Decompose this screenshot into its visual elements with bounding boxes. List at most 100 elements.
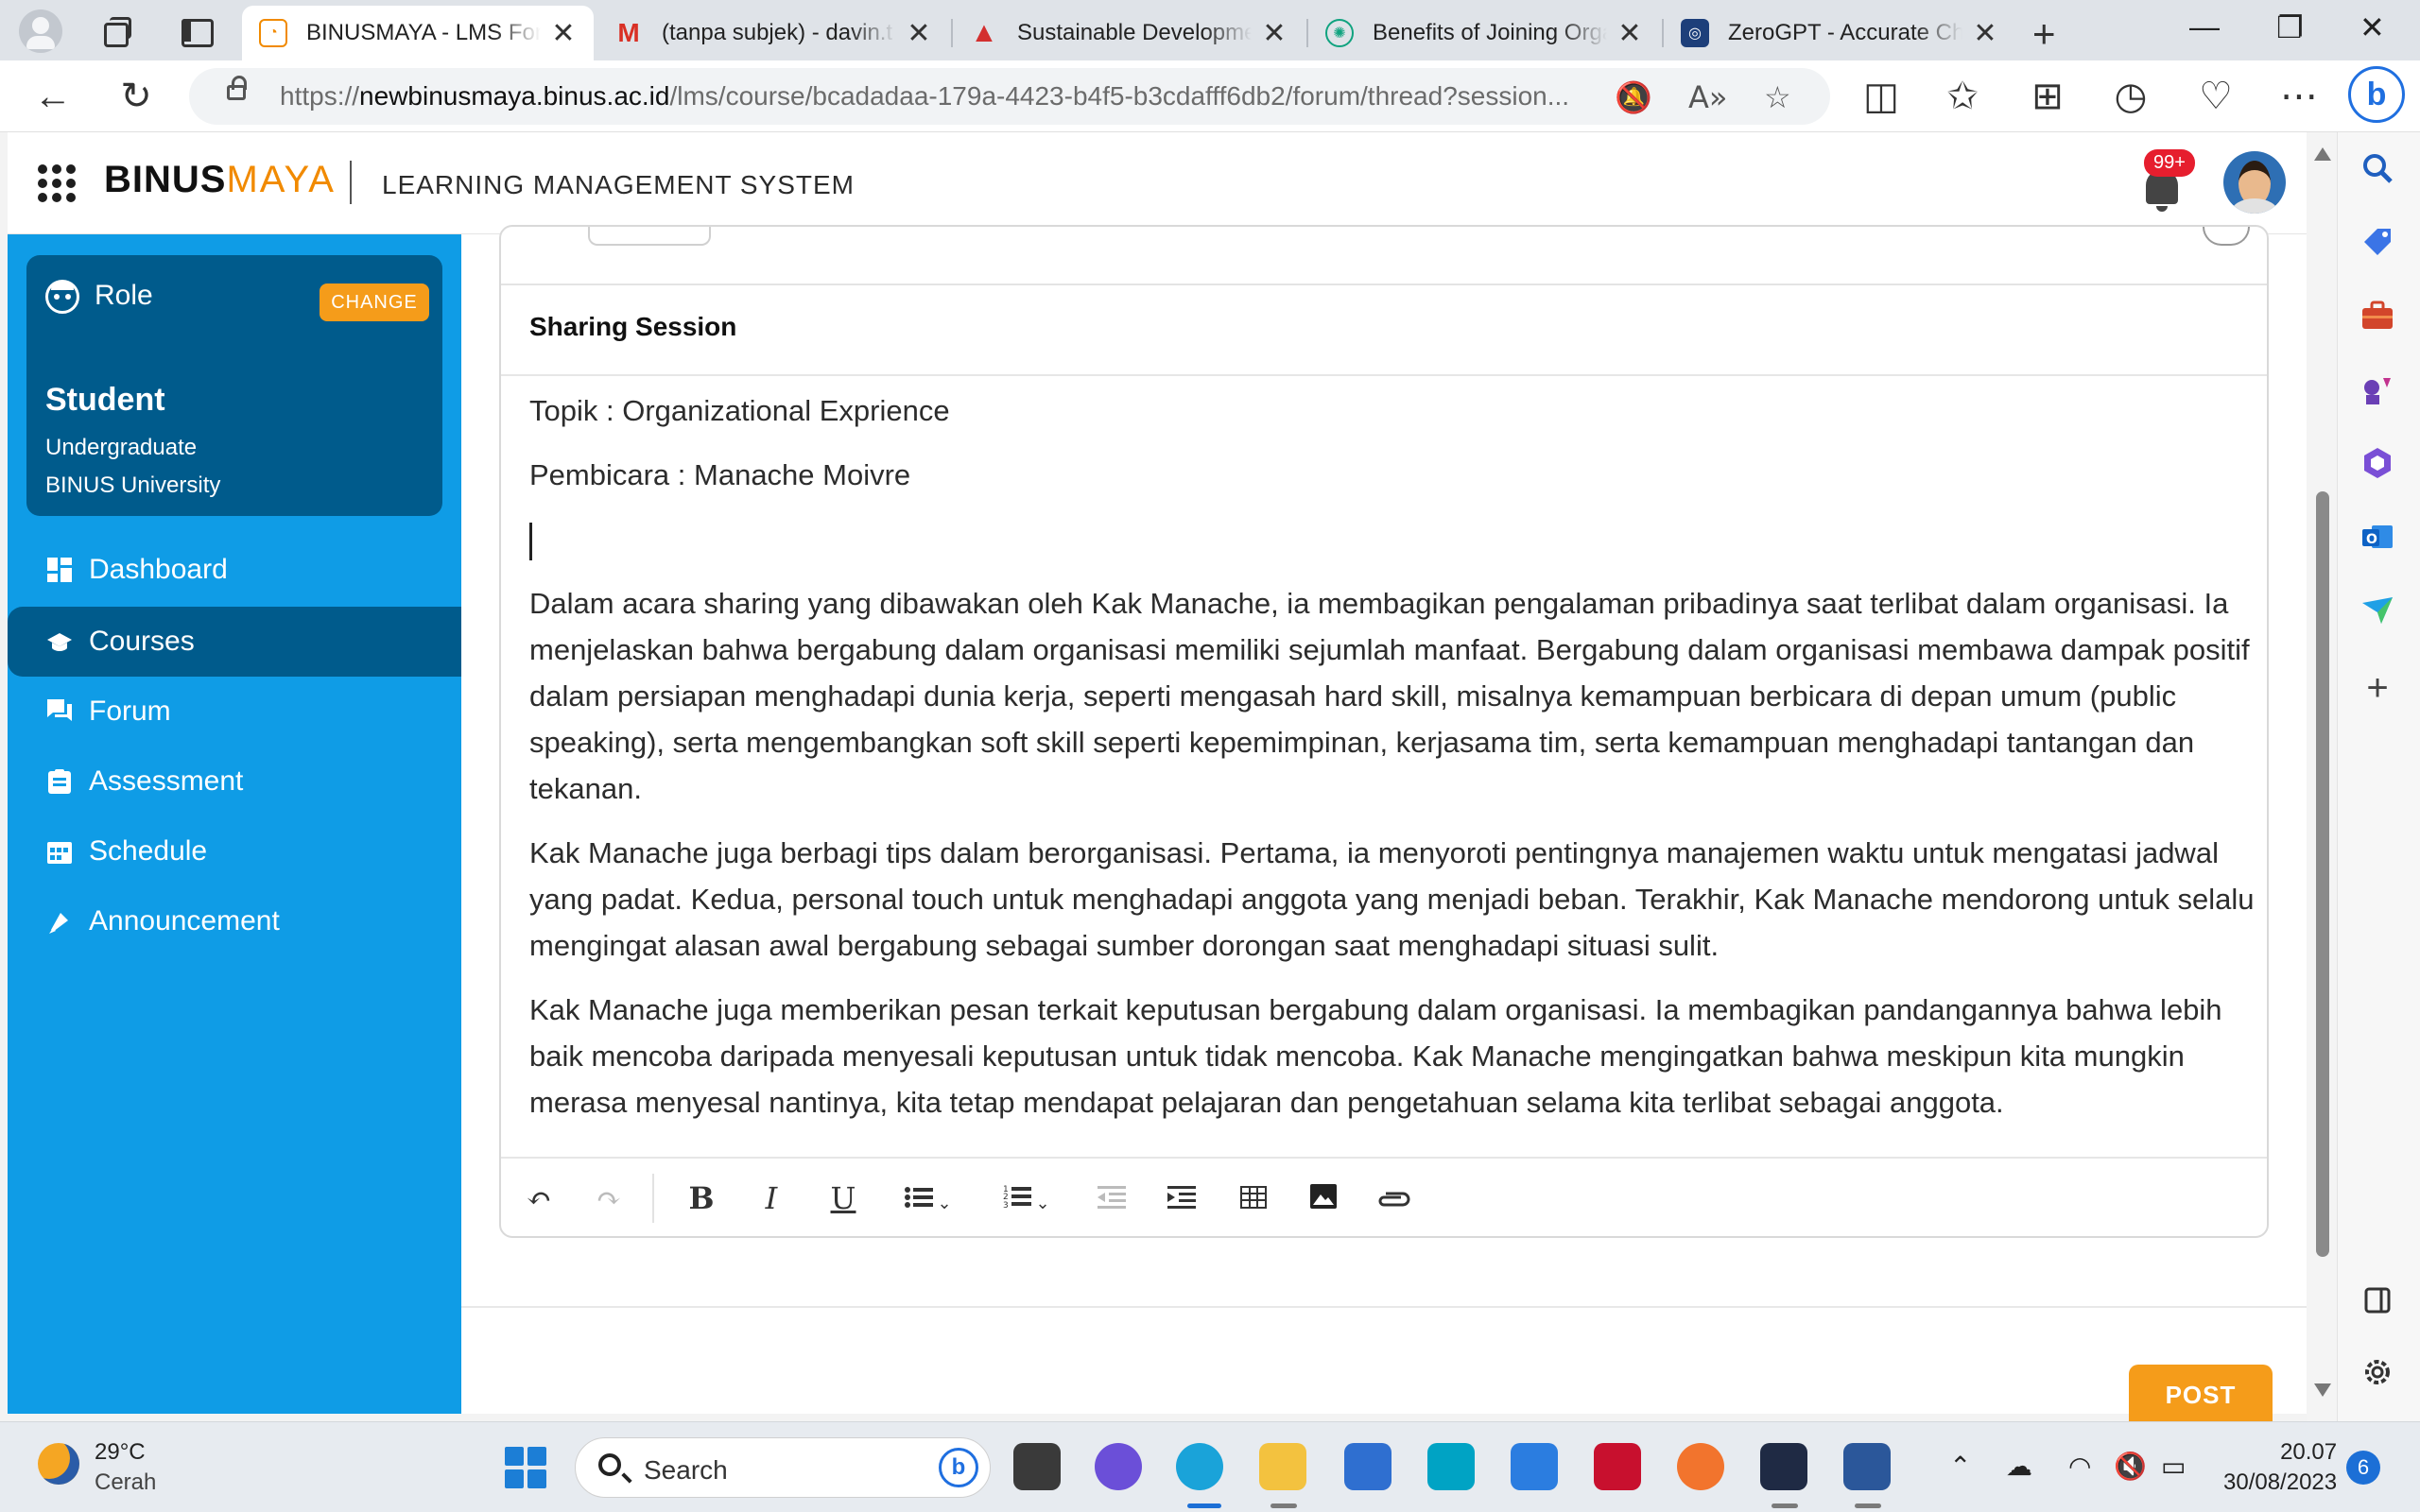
close-tab-icon[interactable]: ✕ [906, 17, 932, 50]
word-icon[interactable] [1843, 1443, 1891, 1490]
send-icon[interactable] [2359, 592, 2396, 629]
sidebar-item-dashboard[interactable]: Dashboard [8, 535, 461, 605]
wifi-icon[interactable]: ◠ [2068, 1451, 2091, 1482]
task-view-icon[interactable] [1013, 1443, 1061, 1490]
drawing-app-icon[interactable] [1511, 1443, 1558, 1490]
notification-badge[interactable]: 99+ [2144, 149, 2195, 177]
windows-start-icon[interactable] [505, 1447, 546, 1488]
battery-icon[interactable]: ▭ [2161, 1451, 2186, 1482]
shopping-tag-icon[interactable] [2359, 223, 2396, 261]
insert-table-button[interactable] [1229, 1159, 1278, 1238]
weather-icon[interactable] [38, 1443, 79, 1485]
paperclip-icon [1378, 1192, 1410, 1207]
edge-icon[interactable] [1176, 1443, 1223, 1490]
card-top-button[interactable] [588, 227, 711, 246]
app-grid-icon[interactable] [38, 164, 76, 202]
close-tab-icon[interactable]: ✕ [550, 17, 577, 50]
sidebar-item-courses[interactable]: Courses [8, 607, 461, 677]
bold-button[interactable]: B [677, 1159, 726, 1238]
tools-icon[interactable] [2359, 297, 2396, 335]
sidebar-toggle-icon[interactable] [2359, 1281, 2396, 1319]
history-icon[interactable]: ◷ [2108, 74, 2153, 119]
chevron-up-icon[interactable]: ⌃ [1949, 1451, 1971, 1482]
split-screen-icon[interactable]: ◫ [1858, 74, 1904, 119]
close-window-icon[interactable]: ✕ [2360, 9, 2385, 45]
favorite-star-icon[interactable]: ☆ [1764, 79, 1791, 115]
mute-notifications-icon[interactable]: 🔕 [1615, 79, 1652, 115]
indent-button[interactable] [1157, 1159, 1206, 1238]
close-tab-icon[interactable]: ✕ [1616, 17, 1643, 50]
system-clock[interactable]: 20.07 30/08/2023 [2223, 1437, 2337, 1498]
underline-button[interactable]: U [819, 1159, 868, 1238]
sidebar-item-assessment[interactable]: Assessment [8, 747, 461, 816]
redo-button[interactable]: ↷ [584, 1159, 633, 1238]
attach-file-button[interactable] [1369, 1159, 1418, 1238]
numbered-list-button[interactable]: 1 2 3 ⌄ [989, 1159, 1064, 1238]
mcafee-icon[interactable] [1594, 1443, 1641, 1490]
volume-muted-icon[interactable]: 🔇 [2114, 1451, 2147, 1482]
firefox-icon[interactable] [1677, 1443, 1724, 1490]
divider [501, 284, 2267, 285]
file-explorer-icon[interactable] [1259, 1443, 1306, 1490]
browser-profile-icon[interactable] [19, 9, 62, 53]
add-icon[interactable]: + [2359, 669, 2396, 707]
url-input[interactable]: https://newbinusmaya.binus.ac.id/lms/cou… [189, 68, 1830, 125]
rich-text-editor[interactable]: Topik : Organizational Exprience Pembica… [529, 387, 2259, 1143]
card-top-circle[interactable] [2203, 227, 2250, 246]
minimize-icon[interactable]: — [2189, 9, 2220, 44]
refresh-icon[interactable]: ↻ [113, 74, 159, 119]
scroll-up-icon[interactable] [2314, 147, 2331, 161]
sidebar-item-forum[interactable]: Forum [8, 677, 461, 747]
games-icon[interactable] [2359, 370, 2396, 408]
close-tab-icon[interactable]: ✕ [1972, 17, 1998, 50]
collections-icon[interactable]: ⊞ [2025, 74, 2070, 119]
undo-button[interactable]: ↶ [514, 1159, 563, 1238]
lock-icon[interactable] [227, 76, 247, 100]
weather-temperature[interactable]: 29°C [95, 1439, 146, 1466]
workspaces-icon[interactable] [98, 13, 132, 47]
close-tab-icon[interactable]: ✕ [1261, 17, 1288, 50]
change-role-button[interactable]: CHANGE [320, 284, 429, 321]
settings-gear-icon[interactable] [2359, 1353, 2396, 1391]
sidebar-item-announcement[interactable]: Announcement [8, 886, 461, 956]
browser-tab-binusmaya[interactable]: ◔ BINUSMAYA - LMS Forum ✕ [242, 6, 594, 60]
sidebar-item-schedule[interactable]: Schedule [8, 816, 461, 886]
office-icon[interactable] [2359, 444, 2396, 482]
read-aloud-icon[interactable]: A» [1688, 79, 1727, 115]
bing-icon[interactable]: b [939, 1448, 978, 1487]
bing-chat-icon[interactable]: b [2348, 66, 2405, 123]
dev-cpp-icon[interactable] [1760, 1443, 1807, 1490]
favorites-icon[interactable]: ✩ [1940, 74, 1985, 119]
search-icon[interactable] [2359, 149, 2396, 187]
new-tab-button[interactable]: + [2032, 11, 2056, 57]
l-app-icon[interactable] [1427, 1443, 1475, 1490]
avatar[interactable] [2223, 151, 2286, 214]
weather-condition[interactable]: Cerah [95, 1469, 156, 1496]
onedrive-cloud-icon[interactable]: ☁ [2006, 1451, 2032, 1482]
notification-center-badge[interactable]: 6 [2346, 1451, 2380, 1485]
bullet-list-button[interactable]: ⌄ [890, 1159, 966, 1238]
more-options-icon[interactable]: ⋯ [2276, 74, 2322, 119]
scrollbar-thumb[interactable] [2316, 491, 2329, 1257]
url-text[interactable]: https://newbinusmaya.binus.ac.id/lms/cou… [280, 81, 1569, 112]
back-arrow-icon[interactable]: ← [30, 74, 76, 119]
performance-icon[interactable]: ♡ [2193, 74, 2238, 119]
browser-tab-chatgpt[interactable]: ✺ Benefits of Joining Organi ✕ [1308, 6, 1660, 60]
outlook-icon[interactable]: O [2359, 518, 2396, 556]
insert-image-button[interactable] [1299, 1159, 1348, 1238]
binusmaya-logo[interactable]: BINUSMAYA [104, 159, 336, 201]
vertical-tabs-icon[interactable] [178, 13, 214, 47]
italic-button[interactable]: I [747, 1159, 796, 1238]
microsoft-store-icon[interactable] [1344, 1443, 1392, 1490]
browser-tab-zerogpt[interactable]: ◎ ZeroGPT - Accurate Chat ✕ [1664, 6, 2015, 60]
outdent-button[interactable] [1087, 1159, 1136, 1238]
scroll-down-icon[interactable] [2314, 1383, 2331, 1397]
page-scrollbar[interactable] [2307, 132, 2337, 1421]
outdent-icon [1098, 1186, 1126, 1209]
restore-icon[interactable]: ❐ [2276, 9, 2304, 45]
browser-tab-gmail[interactable]: M (tanpa subjek) - davin.t ✕ [597, 6, 949, 60]
teams-chat-icon[interactable] [1095, 1443, 1142, 1490]
taskbar-search-input[interactable]: Search b [575, 1437, 991, 1498]
post-button[interactable]: POST [2129, 1365, 2273, 1421]
browser-tab-sustainable[interactable]: ▲ Sustainable Development ✕ [953, 6, 1305, 60]
